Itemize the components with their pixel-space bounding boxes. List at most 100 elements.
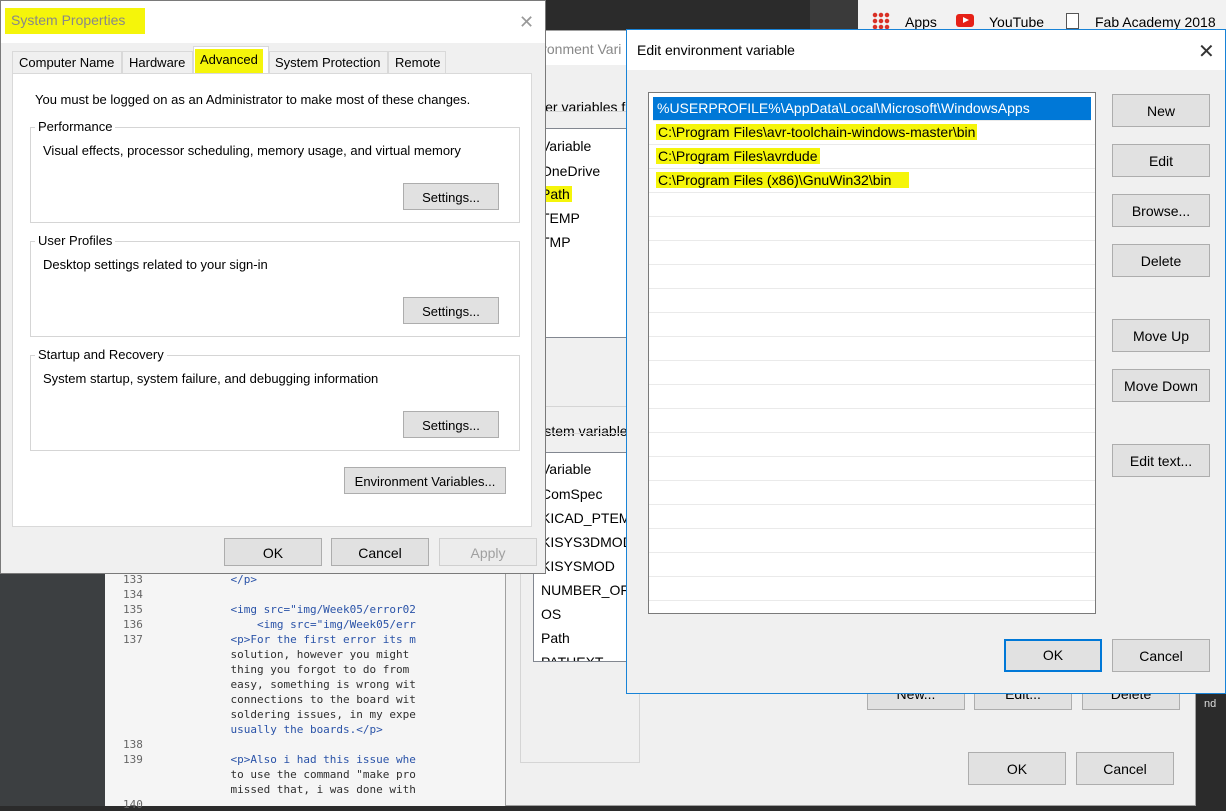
advanced-tab-panel: You must be logged on as an Administrato… — [12, 73, 532, 527]
path-entry-empty-row[interactable] — [649, 265, 1095, 289]
system-var-number-of[interactable]: NUMBER_OF_ — [541, 582, 632, 598]
bookmark-youtube[interactable]: YouTube — [989, 14, 1044, 30]
path-entry-text: %USERPROFILE%\AppData\Local\Microsoft\Wi… — [657, 100, 1030, 116]
editor-line-text: <p>For the first error its m — [151, 633, 416, 646]
path-entry-empty-row[interactable] — [649, 193, 1095, 217]
path-entry-empty-row[interactable] — [649, 529, 1095, 553]
path-entry-empty-row[interactable] — [649, 433, 1095, 457]
editenv-edit-text-button[interactable]: Edit text... — [1112, 444, 1210, 477]
system-var-path[interactable]: Path — [541, 630, 570, 646]
editor-line-number: 133 — [123, 573, 143, 586]
sysprops-ok-button[interactable]: OK — [224, 538, 322, 566]
user-var-temp[interactable]: TEMP — [541, 210, 580, 226]
editor-line-text: usually the boards.</p> — [151, 723, 383, 736]
tab-advanced[interactable]: Advanced — [193, 46, 269, 74]
tab-remote[interactable]: Remote — [388, 51, 446, 73]
system-var-os[interactable]: OS — [541, 606, 561, 622]
path-entry-empty-row[interactable] — [649, 481, 1095, 505]
path-entry-text: C:\Program Files (x86)\GnuWin32\bin — [656, 172, 910, 188]
editor-line-number: 138 — [123, 738, 143, 751]
editenv-edit-button[interactable]: Edit — [1112, 144, 1210, 177]
tab-hardware-label: Hardware — [129, 55, 186, 70]
edit-env-variable-window: Edit environment variable ✕ %USERPROFILE… — [626, 29, 1226, 694]
user-profiles-legend: User Profiles — [35, 233, 116, 248]
system-variables-list[interactable]: Variable ComSpec KICAD_PTEM KISYS3DMOD K… — [533, 452, 633, 662]
editenv-new-button[interactable]: New — [1112, 94, 1210, 127]
editor-line-text: <img src="img/Week05/err — [151, 618, 416, 631]
path-entry-row[interactable]: C:\Program Files\avrdude — [649, 145, 1095, 169]
system-var-comspec[interactable]: ComSpec — [541, 486, 602, 502]
editor-dark-gutter — [0, 572, 105, 806]
user-variables-list[interactable]: Variable OneDrive Path TEMP TMP — [533, 128, 633, 338]
path-entry-empty-row[interactable] — [649, 505, 1095, 529]
editor-line-number: 136 — [123, 618, 143, 631]
editenv-cancel-button[interactable]: Cancel — [1112, 639, 1210, 672]
editor-line-text: <p>Also i had this issue whe — [151, 753, 416, 766]
system-properties-window: System Properties ✕ Computer Name Hardwa… — [0, 0, 546, 574]
path-entry-empty-row[interactable] — [649, 577, 1095, 601]
youtube-icon[interactable] — [956, 14, 974, 27]
tab-system-protection[interactable]: System Protection — [269, 51, 388, 73]
sysprops-close-icon[interactable]: ✕ — [519, 12, 534, 33]
performance-desc: Visual effects, processor scheduling, me… — [43, 143, 461, 158]
user-profiles-desc: Desktop settings related to your sign-in — [43, 257, 268, 272]
editenv-move-down-button[interactable]: Move Down — [1112, 369, 1210, 402]
editor-line-text: connections to the board wit — [151, 693, 416, 706]
path-entry-empty-row[interactable] — [649, 457, 1095, 481]
path-entry-row[interactable]: C:\Program Files\avr-toolchain-windows-m… — [649, 121, 1095, 145]
path-entry-empty-row[interactable] — [649, 409, 1095, 433]
admin-note: You must be logged on as an Administrato… — [35, 92, 471, 107]
path-entry-empty-row[interactable] — [649, 385, 1095, 409]
system-var-kisys3dmod[interactable]: KISYS3DMOD — [541, 534, 632, 550]
apps-grid-icon[interactable] — [872, 12, 890, 30]
page-icon[interactable] — [1066, 13, 1079, 29]
system-var-kisysmod[interactable]: KISYSMOD — [541, 558, 615, 574]
tab-remote-label: Remote — [395, 55, 441, 70]
system-list-header[interactable]: Variable — [541, 461, 591, 477]
editenv-close-icon[interactable]: ✕ — [1198, 39, 1215, 64]
editor-line-text: </p> — [151, 573, 257, 586]
bookmark-apps[interactable]: Apps — [905, 14, 937, 30]
editenv-move-up-button[interactable]: Move Up — [1112, 319, 1210, 352]
path-entry-row[interactable]: %USERPROFILE%\AppData\Local\Microsoft\Wi… — [653, 97, 1091, 121]
system-var-kicad-ptem[interactable]: KICAD_PTEM — [541, 510, 630, 526]
performance-settings-button[interactable]: Settings... — [403, 183, 499, 210]
editor-line-number: 139 — [123, 753, 143, 766]
startup-recovery-desc: System startup, system failure, and debu… — [43, 371, 379, 386]
right-edge-text: nd — [1204, 698, 1217, 710]
path-entry-empty-row[interactable] — [649, 313, 1095, 337]
path-entry-empty-row[interactable] — [649, 217, 1095, 241]
editor-line-text: soldering issues, in my expe — [151, 708, 416, 721]
tab-hardware[interactable]: Hardware — [122, 51, 193, 73]
path-entry-empty-row[interactable] — [649, 241, 1095, 265]
path-entries-list[interactable]: %USERPROFILE%\AppData\Local\Microsoft\Wi… — [648, 92, 1096, 614]
path-entry-text: C:\Program Files\avrdude — [656, 148, 820, 164]
path-entry-empty-row[interactable] — [649, 289, 1095, 313]
editor-line-text: thing you forgot to do from — [151, 663, 410, 676]
startup-recovery-legend: Startup and Recovery — [35, 347, 167, 362]
env-cancel-button[interactable]: Cancel — [1076, 752, 1174, 785]
editor-line-text: <img src="img/Week05/error02 — [151, 603, 416, 616]
editenv-browse-button[interactable]: Browse... — [1112, 194, 1210, 227]
user-var-onedrive[interactable]: OneDrive — [541, 163, 600, 179]
env-ok-button[interactable]: OK — [968, 752, 1066, 785]
user-list-header[interactable]: Variable — [541, 138, 591, 154]
user-profiles-settings-button[interactable]: Settings... — [403, 297, 499, 324]
sysprops-cancel-button[interactable]: Cancel — [331, 538, 429, 566]
path-entry-row[interactable]: C:\Program Files (x86)\GnuWin32\bin — [649, 169, 1095, 193]
path-entry-empty-row[interactable] — [649, 361, 1095, 385]
editor-line-number: 137 — [123, 633, 143, 646]
editenv-ok-button[interactable]: OK — [1004, 639, 1102, 672]
editor-line-text: to use the command "make pro — [151, 768, 416, 781]
editor-line-number: 135 — [123, 603, 143, 616]
path-entry-empty-row[interactable] — [649, 337, 1095, 361]
startup-recovery-settings-button[interactable]: Settings... — [403, 411, 499, 438]
editenv-delete-button[interactable]: Delete — [1112, 244, 1210, 277]
system-var-pathext[interactable]: PATHEXT — [541, 654, 604, 661]
environment-variables-button[interactable]: Environment Variables... — [344, 467, 506, 494]
bookmark-fab-academy[interactable]: Fab Academy 2018 — [1095, 14, 1216, 30]
code-editor[interactable]: 133 </p> 134 135 <img src="img/Week05/erro… — [105, 560, 525, 811]
path-entry-empty-row[interactable] — [649, 553, 1095, 577]
tab-computer-name[interactable]: Computer Name — [12, 51, 122, 73]
sysprops-apply-button[interactable]: Apply — [439, 538, 537, 566]
